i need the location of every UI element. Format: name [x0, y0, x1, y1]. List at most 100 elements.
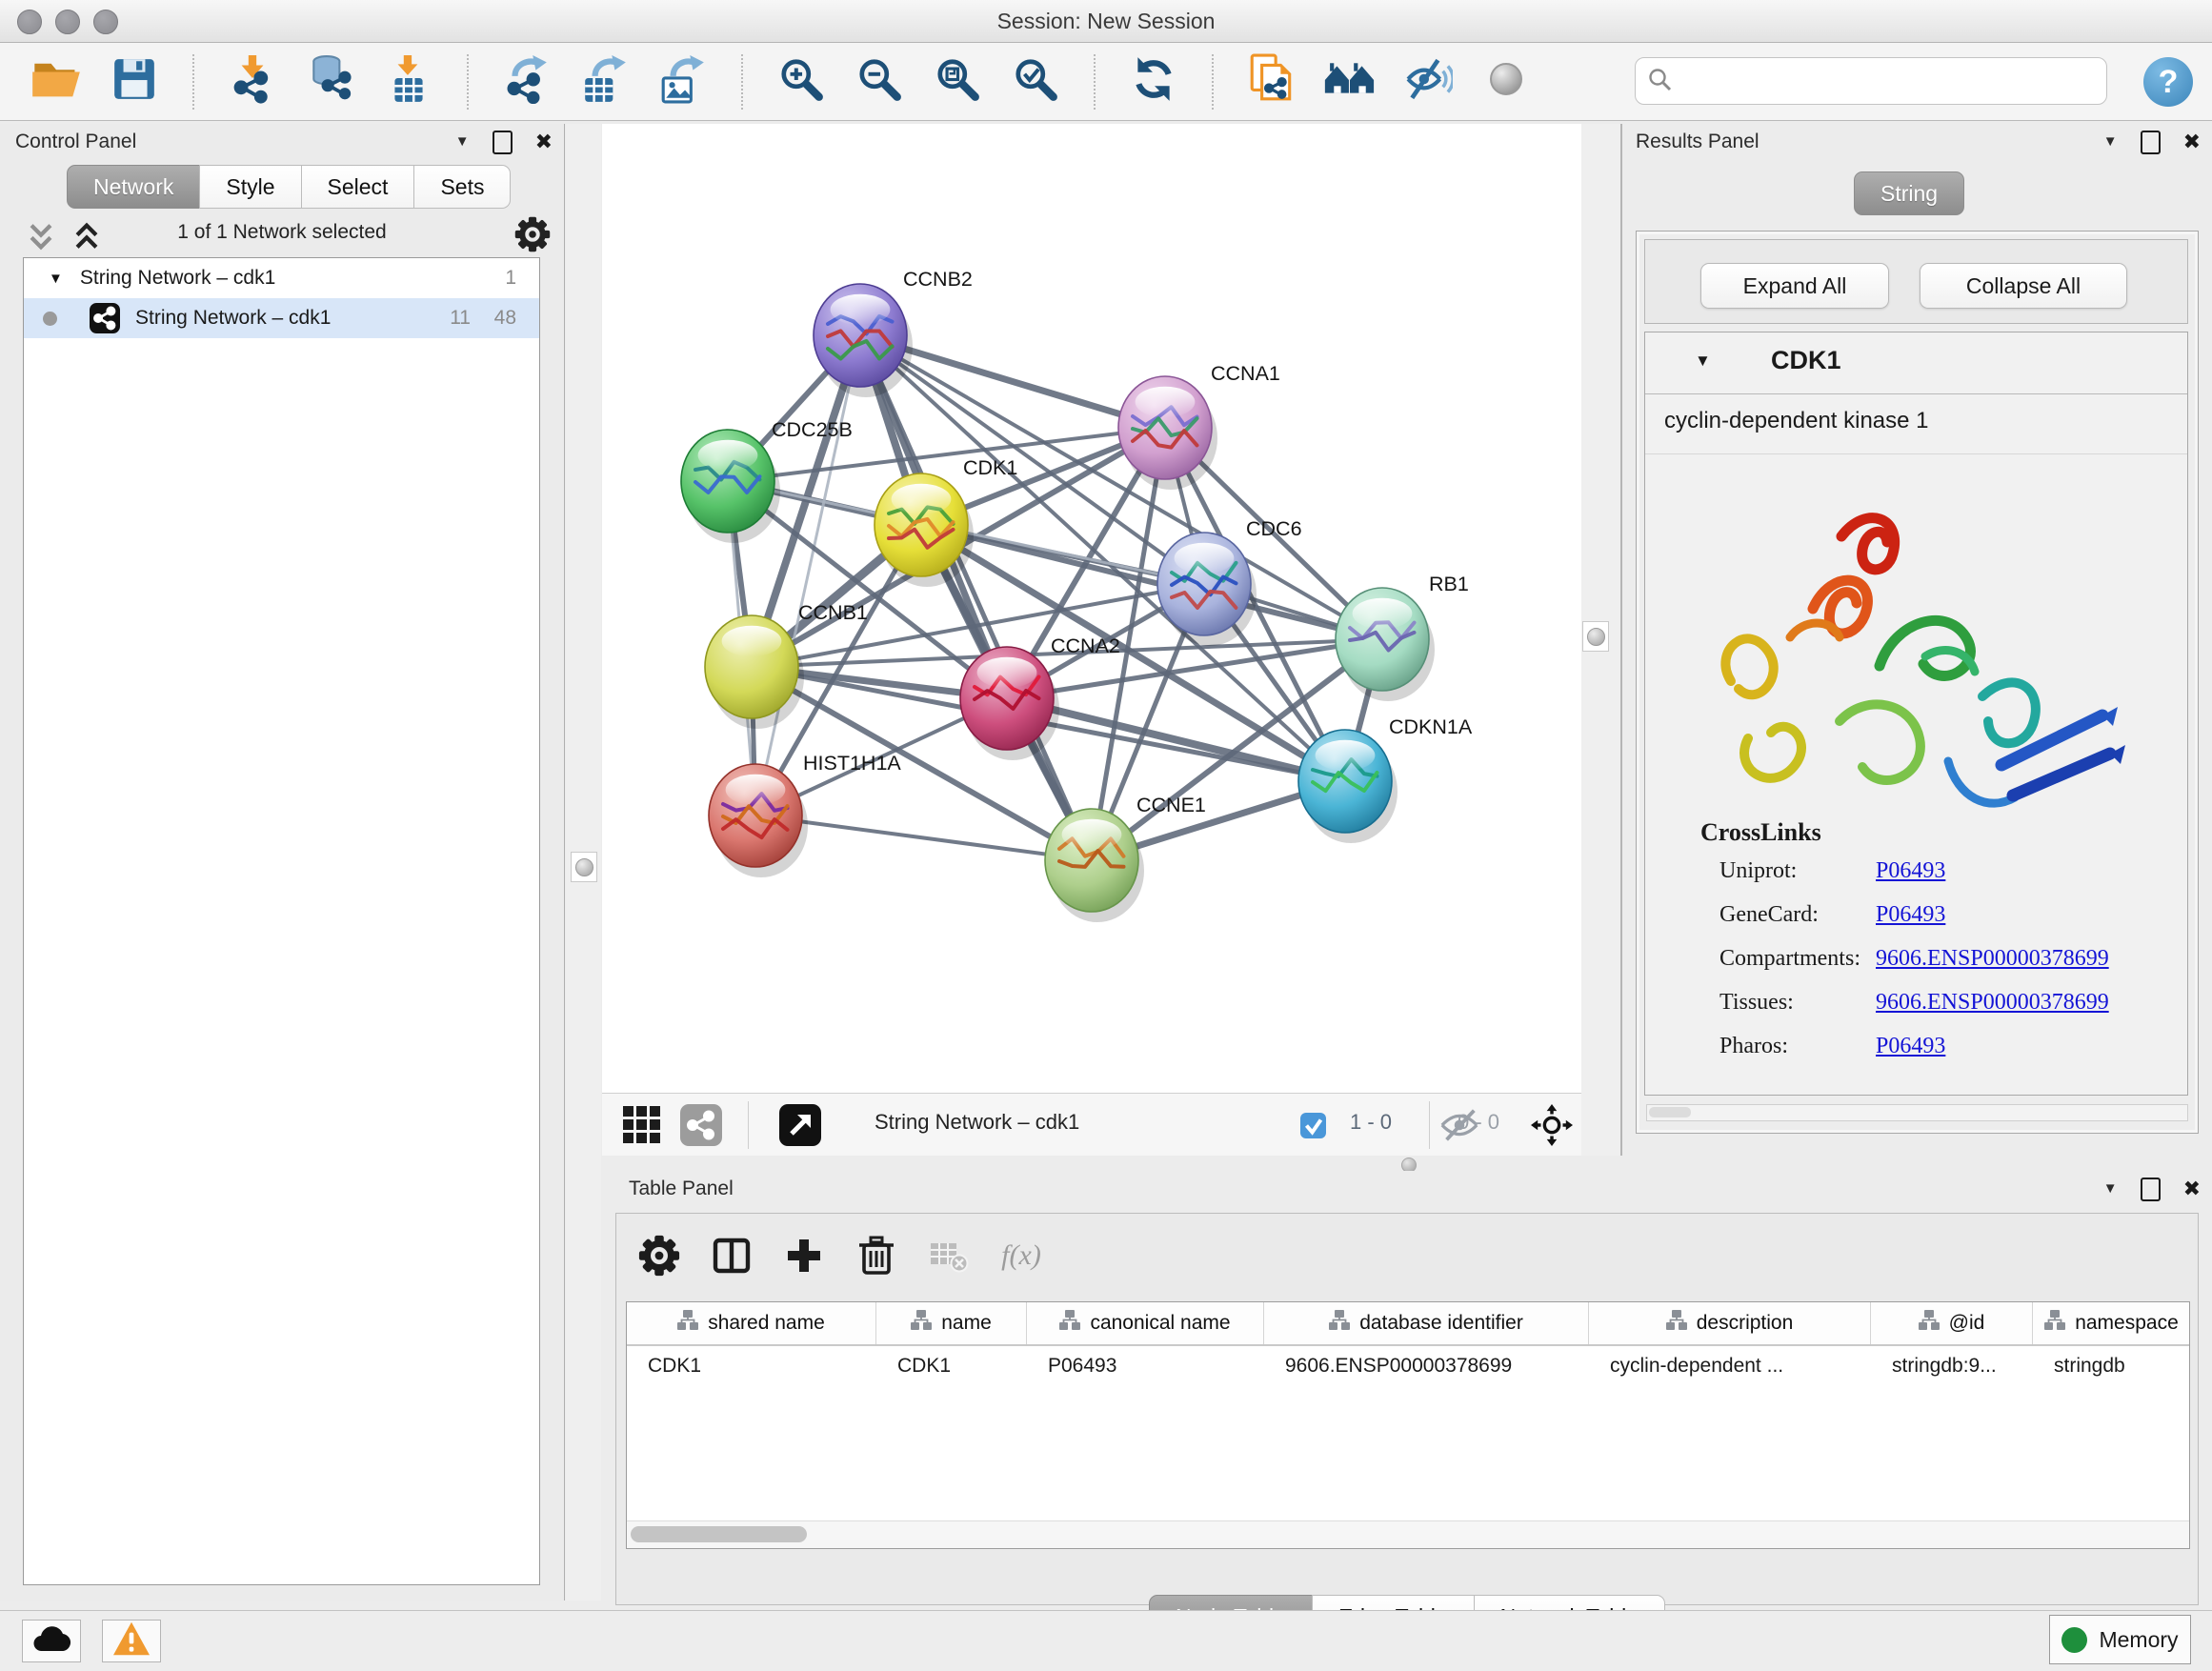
table-cell[interactable]: CDK1 — [627, 1346, 876, 1386]
panel-collapse-icon[interactable] — [455, 133, 470, 151]
selected-checkbox-icon[interactable] — [1297, 1104, 1328, 1146]
grid-view-icon[interactable] — [621, 1104, 663, 1146]
column-header-namespace[interactable]: namespace — [2033, 1302, 2190, 1344]
open-session-button[interactable] — [29, 54, 84, 110]
zoom-fit-button[interactable] — [930, 54, 985, 110]
preview-button[interactable] — [1478, 54, 1534, 110]
panel-float-icon[interactable] — [2141, 1178, 2161, 1201]
delete-column-icon[interactable] — [855, 1234, 898, 1278]
column-header-@id[interactable]: @id — [1871, 1302, 2033, 1344]
zoom-fit-icon — [934, 55, 981, 108]
shared-column-icon — [677, 1310, 698, 1337]
column-header-canonical-name[interactable]: canonical name — [1027, 1302, 1264, 1344]
column-header-name[interactable]: name — [876, 1302, 1027, 1344]
node-CCNB2[interactable]: CCNB2 — [814, 268, 973, 397]
tab-network[interactable]: Network — [67, 165, 200, 209]
tab-select[interactable]: Select — [301, 165, 415, 209]
panel-float-icon[interactable] — [2141, 131, 2161, 154]
edge-CCNB2-HIST1H1A[interactable] — [755, 335, 860, 815]
table-cell[interactable]: P06493 — [1027, 1346, 1264, 1386]
gene-header-row[interactable]: ▼ CDK1 — [1645, 332, 2187, 394]
table-cell[interactable]: CDK1 — [876, 1346, 1027, 1386]
share-document-button[interactable] — [1244, 54, 1299, 110]
tab-string[interactable]: String — [1854, 171, 1964, 215]
left-splitter-knob[interactable] — [571, 852, 597, 882]
table-splitter[interactable] — [602, 1156, 2212, 1171]
zoom-selected-button[interactable] — [1008, 54, 1063, 110]
main-toolbar: ? — [0, 43, 2212, 121]
table-row[interactable]: CDK1CDK1P064939606.ENSP00000378699cyclin… — [627, 1346, 2189, 1386]
crosslink-link[interactable]: 9606.ENSP00000378699 — [1876, 990, 2109, 1016]
panel-collapse-icon[interactable] — [2103, 133, 2118, 151]
search-field[interactable] — [1635, 57, 2107, 105]
crosslink-link[interactable]: 9606.ENSP00000378699 — [1876, 946, 2109, 972]
network-options-gear-icon[interactable] — [514, 216, 551, 257]
table-settings-gear-icon[interactable] — [637, 1234, 681, 1278]
import-network-button[interactable] — [225, 54, 280, 110]
node-CDKN1A[interactable]: CDKN1A — [1298, 715, 1473, 843]
tab-sets[interactable]: Sets — [413, 165, 511, 209]
warning-icon — [112, 1621, 151, 1661]
column-header-database-identifier[interactable]: database identifier — [1264, 1302, 1589, 1344]
detach-view-icon[interactable] — [779, 1104, 821, 1146]
network-selected-status: 1 of 1 Network selected — [0, 221, 564, 244]
table-cell[interactable]: cyclin-dependent ... — [1589, 1346, 1871, 1386]
export-image-button[interactable] — [655, 54, 711, 110]
node-RB1[interactable]: RB1 — [1336, 573, 1469, 701]
export-network-button[interactable] — [499, 54, 554, 110]
panel-close-icon[interactable] — [2183, 130, 2201, 154]
network-collection-row[interactable]: ▼ String Network – cdk1 1 — [24, 258, 539, 298]
search-input[interactable] — [1679, 68, 2106, 94]
warnings-button[interactable] — [102, 1620, 161, 1662]
help-button[interactable]: ? — [2143, 57, 2193, 107]
node-label-CDC6: CDC6 — [1246, 517, 1302, 540]
node-CCNA1[interactable]: CCNA1 — [1118, 362, 1280, 490]
application-window: Session: New Session ? Control Panel Net… — [0, 0, 2212, 1671]
network-home-button[interactable] — [1322, 54, 1377, 110]
results-horizontal-scrollbar[interactable] — [1646, 1104, 2188, 1121]
hide-unhide-button[interactable] — [1400, 54, 1456, 110]
birdseye-icon[interactable] — [1531, 1104, 1573, 1146]
panel-close-icon[interactable] — [535, 130, 553, 154]
crosslink-label: Compartments: — [1719, 946, 1860, 972]
table-cell[interactable]: stringdb:9... — [1871, 1346, 2033, 1386]
import-table-icon — [385, 54, 432, 109]
export-table-button[interactable] — [577, 54, 633, 110]
crosslink-link[interactable]: P06493 — [1876, 1034, 1945, 1059]
network-canvas[interactable]: CCNB2CCNA1CDC25BCDK1CDC6RB1CCNB1CCNA2CDK… — [602, 124, 1581, 1093]
network-row[interactable]: String Network – cdk1 11 48 — [24, 298, 539, 338]
table-cell[interactable]: 9606.ENSP00000378699 — [1264, 1346, 1589, 1386]
panel-collapse-icon[interactable] — [2103, 1180, 2118, 1198]
panel-close-icon[interactable] — [2183, 1177, 2201, 1201]
tab-style[interactable]: Style — [199, 165, 301, 209]
table-cell[interactable]: stringdb — [2033, 1346, 2190, 1386]
panel-float-icon[interactable] — [493, 131, 513, 154]
import-table-button[interactable] — [381, 54, 436, 110]
show-columns-icon[interactable] — [710, 1234, 754, 1278]
save-session-button[interactable] — [107, 54, 162, 110]
crosslink-link[interactable]: P06493 — [1876, 858, 1945, 884]
edge-CCNB2-CCNE1[interactable] — [860, 335, 1092, 860]
zoom-out-button[interactable] — [852, 54, 907, 110]
column-header-description[interactable]: description — [1589, 1302, 1871, 1344]
expand-all-button[interactable]: Expand All — [1700, 263, 1889, 309]
refresh-button[interactable] — [1126, 54, 1181, 110]
column-header-shared-name[interactable]: shared name — [627, 1302, 876, 1344]
add-column-icon[interactable] — [782, 1234, 826, 1278]
memory-button[interactable]: Memory — [2049, 1615, 2191, 1664]
left-splitter[interactable] — [566, 124, 601, 1601]
cloud-button[interactable] — [22, 1620, 81, 1662]
collection-expand-icon[interactable]: ▼ — [49, 271, 63, 287]
table-horizontal-scrollbar[interactable] — [627, 1520, 2189, 1548]
crosslink-link[interactable]: P06493 — [1876, 902, 1945, 928]
zoom-in-button[interactable] — [774, 54, 829, 110]
protein-structure-image — [1689, 475, 2137, 809]
right-splitter-knob[interactable] — [1582, 621, 1609, 652]
collapse-all-button[interactable]: Collapse All — [1920, 263, 2127, 309]
shared-column-icon — [1919, 1310, 1940, 1337]
share-view-icon[interactable] — [680, 1104, 722, 1146]
node-HIST1H1A[interactable]: HIST1H1A — [709, 752, 901, 877]
right-splitter[interactable] — [1581, 124, 1622, 1156]
gene-collapse-icon[interactable]: ▼ — [1695, 352, 1711, 371]
import-network-database-button[interactable] — [303, 54, 358, 110]
